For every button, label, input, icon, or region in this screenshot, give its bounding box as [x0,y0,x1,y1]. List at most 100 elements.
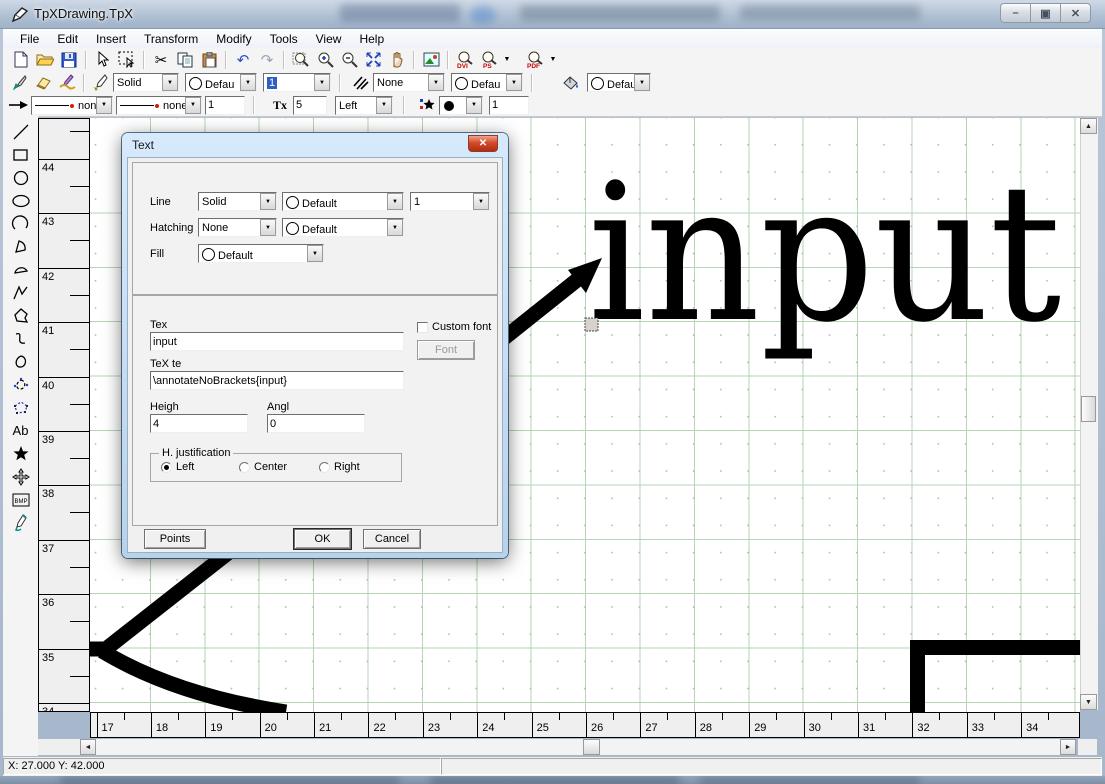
change-color-icon[interactable] [55,73,79,93]
dialog-fill-color-combo[interactable]: Default▼ [198,244,324,263]
redo-icon[interactable]: ↷ [255,50,279,70]
sector-tool-icon[interactable] [8,235,34,258]
text-size-field[interactable] [293,96,327,115]
arc-tool-icon[interactable] [8,212,34,235]
scroll-left-button[interactable]: ◄ [80,739,96,755]
fill-color-combo[interactable]: Defau ▼ [587,73,651,92]
menu-item[interactable]: Help [350,31,393,47]
preview-ps-icon[interactable]: PS [477,50,501,70]
pick-color-icon[interactable] [7,73,31,93]
arrow-begin-combo[interactable]: none ▼ [31,96,113,115]
line-style-combo[interactable]: Solid ▼ [113,73,179,92]
zoom-area-icon[interactable] [289,50,313,70]
menu-item[interactable]: Edit [48,31,87,47]
selection-handle[interactable] [585,318,598,331]
justify-right-radio[interactable]: Right [319,461,360,473]
line-color-combo[interactable]: Defau ▼ [185,73,257,92]
dropdown-button[interactable]: ▼ [162,74,178,91]
dialog-line-width-combo[interactable]: 1▼ [410,192,490,211]
dropdown-button[interactable]: ▼ [376,97,392,114]
bitmap-tool-icon[interactable]: BMP [8,488,34,511]
smooth-closed-curve-tool-icon[interactable] [8,373,34,396]
polyline-tool-icon[interactable] [8,281,34,304]
pan-hand-icon[interactable] [385,50,409,70]
select-cursor-icon[interactable] [91,50,115,70]
dialog-close-button[interactable]: ✕ [468,135,498,152]
rectangle-tool-icon[interactable] [8,143,34,166]
dropdown-button[interactable]: ▼ [466,97,482,114]
preview-pdf-dropdown[interactable]: ▼ [547,56,559,63]
cancel-button[interactable]: Cancel [363,529,421,549]
point-shape-combo[interactable]: ▼ [439,96,483,115]
dropdown-button[interactable]: ▼ [387,193,403,210]
fill-bucket-icon[interactable] [559,73,583,93]
preview-dvi-icon[interactable]: DVI [453,50,477,70]
dropdown-button[interactable]: ▼ [506,74,522,91]
eraser-icon[interactable] [31,73,55,93]
cut-icon[interactable]: ✂ [149,50,173,70]
text-tool-icon[interactable]: Ab [8,419,34,442]
line-tool-icon[interactable] [8,120,34,143]
text-align-combo[interactable]: Left ▼ [335,96,393,115]
menu-item[interactable]: Tools [261,31,307,47]
dropdown-button[interactable]: ▼ [260,193,276,210]
edit-line-style-icon[interactable] [89,73,113,93]
close-button[interactable]: ✕ [1061,3,1091,23]
picture-preview-icon[interactable] [419,50,443,70]
closed-curve-tool-icon[interactable] [8,350,34,373]
dialog-line-style-combo[interactable]: Solid▼ [198,192,277,211]
dialog-hatching-combo[interactable]: None▼ [198,218,277,237]
dropdown-button[interactable]: ▼ [387,219,403,236]
menu-item[interactable]: File [11,31,48,47]
new-icon[interactable] [9,50,33,70]
preview-ps-dropdown[interactable]: ▼ [501,56,513,63]
justify-center-radio[interactable]: Center [239,461,287,473]
dropdown-button[interactable]: ▼ [96,97,112,114]
maximize-button[interactable]: ▣ [1031,3,1061,23]
select-area-icon[interactable] [115,50,139,70]
ok-button[interactable]: OK [294,529,351,549]
symbol-move-tool-icon[interactable] [8,465,34,488]
arrow-end-combo[interactable]: none ▼ [116,96,202,115]
menu-item[interactable]: Modify [207,31,260,47]
dropdown-button[interactable]: ▼ [260,219,276,236]
ellipse-tool-icon[interactable] [8,189,34,212]
font-button[interactable]: Font [417,340,475,360]
copy-icon[interactable] [173,50,197,70]
undo-icon[interactable]: ↶ [231,50,255,70]
scroll-up-button[interactable]: ▲ [1080,118,1097,134]
custom-font-checkbox[interactable]: Custom font [417,321,491,333]
curve-tool-icon[interactable] [8,327,34,350]
angle-field[interactable] [267,414,365,433]
dropdown-button[interactable]: ▼ [428,74,444,91]
zoom-fit-icon[interactable] [361,50,385,70]
text-field[interactable] [150,332,404,351]
dropdown-button[interactable]: ▼ [307,245,323,262]
line-width-combo[interactable]: 1 ▼ [263,73,331,92]
circle-tool-icon[interactable] [8,166,34,189]
justify-left-radio[interactable]: Left [161,461,194,473]
menu-item[interactable]: Insert [87,31,135,47]
hatching-icon[interactable] [349,73,373,93]
vertical-scrollbar-thumb[interactable] [1081,396,1096,422]
save-icon[interactable] [57,50,81,70]
polygon-tool-icon[interactable] [8,304,34,327]
horizontal-scrollbar[interactable] [96,739,1060,755]
minimize-button[interactable]: – [1000,3,1031,23]
points-button[interactable]: Points [144,529,206,549]
scroll-down-button[interactable]: ▼ [1080,694,1097,710]
clipped-polygon-tool-icon[interactable] [8,396,34,419]
dialog-line-color-combo[interactable]: Default▼ [282,192,404,211]
dropdown-button[interactable]: ▼ [240,74,256,91]
open-icon[interactable] [33,50,57,70]
segment-tool-icon[interactable] [8,258,34,281]
star-tool-icon[interactable] [8,442,34,465]
hatching-combo[interactable]: None ▼ [373,73,445,92]
dialog-hatching-color-combo[interactable]: Default▼ [282,218,404,237]
menu-item[interactable]: View [307,31,351,47]
arrow-size-field[interactable] [205,96,245,115]
dropdown-button[interactable]: ▼ [634,74,650,91]
horizontal-scrollbar-thumb[interactable] [583,739,600,755]
dropdown-button[interactable]: ▼ [314,74,330,91]
title-bar[interactable]: TpXDrawing.TpX – ▣ ✕ [0,0,1105,29]
